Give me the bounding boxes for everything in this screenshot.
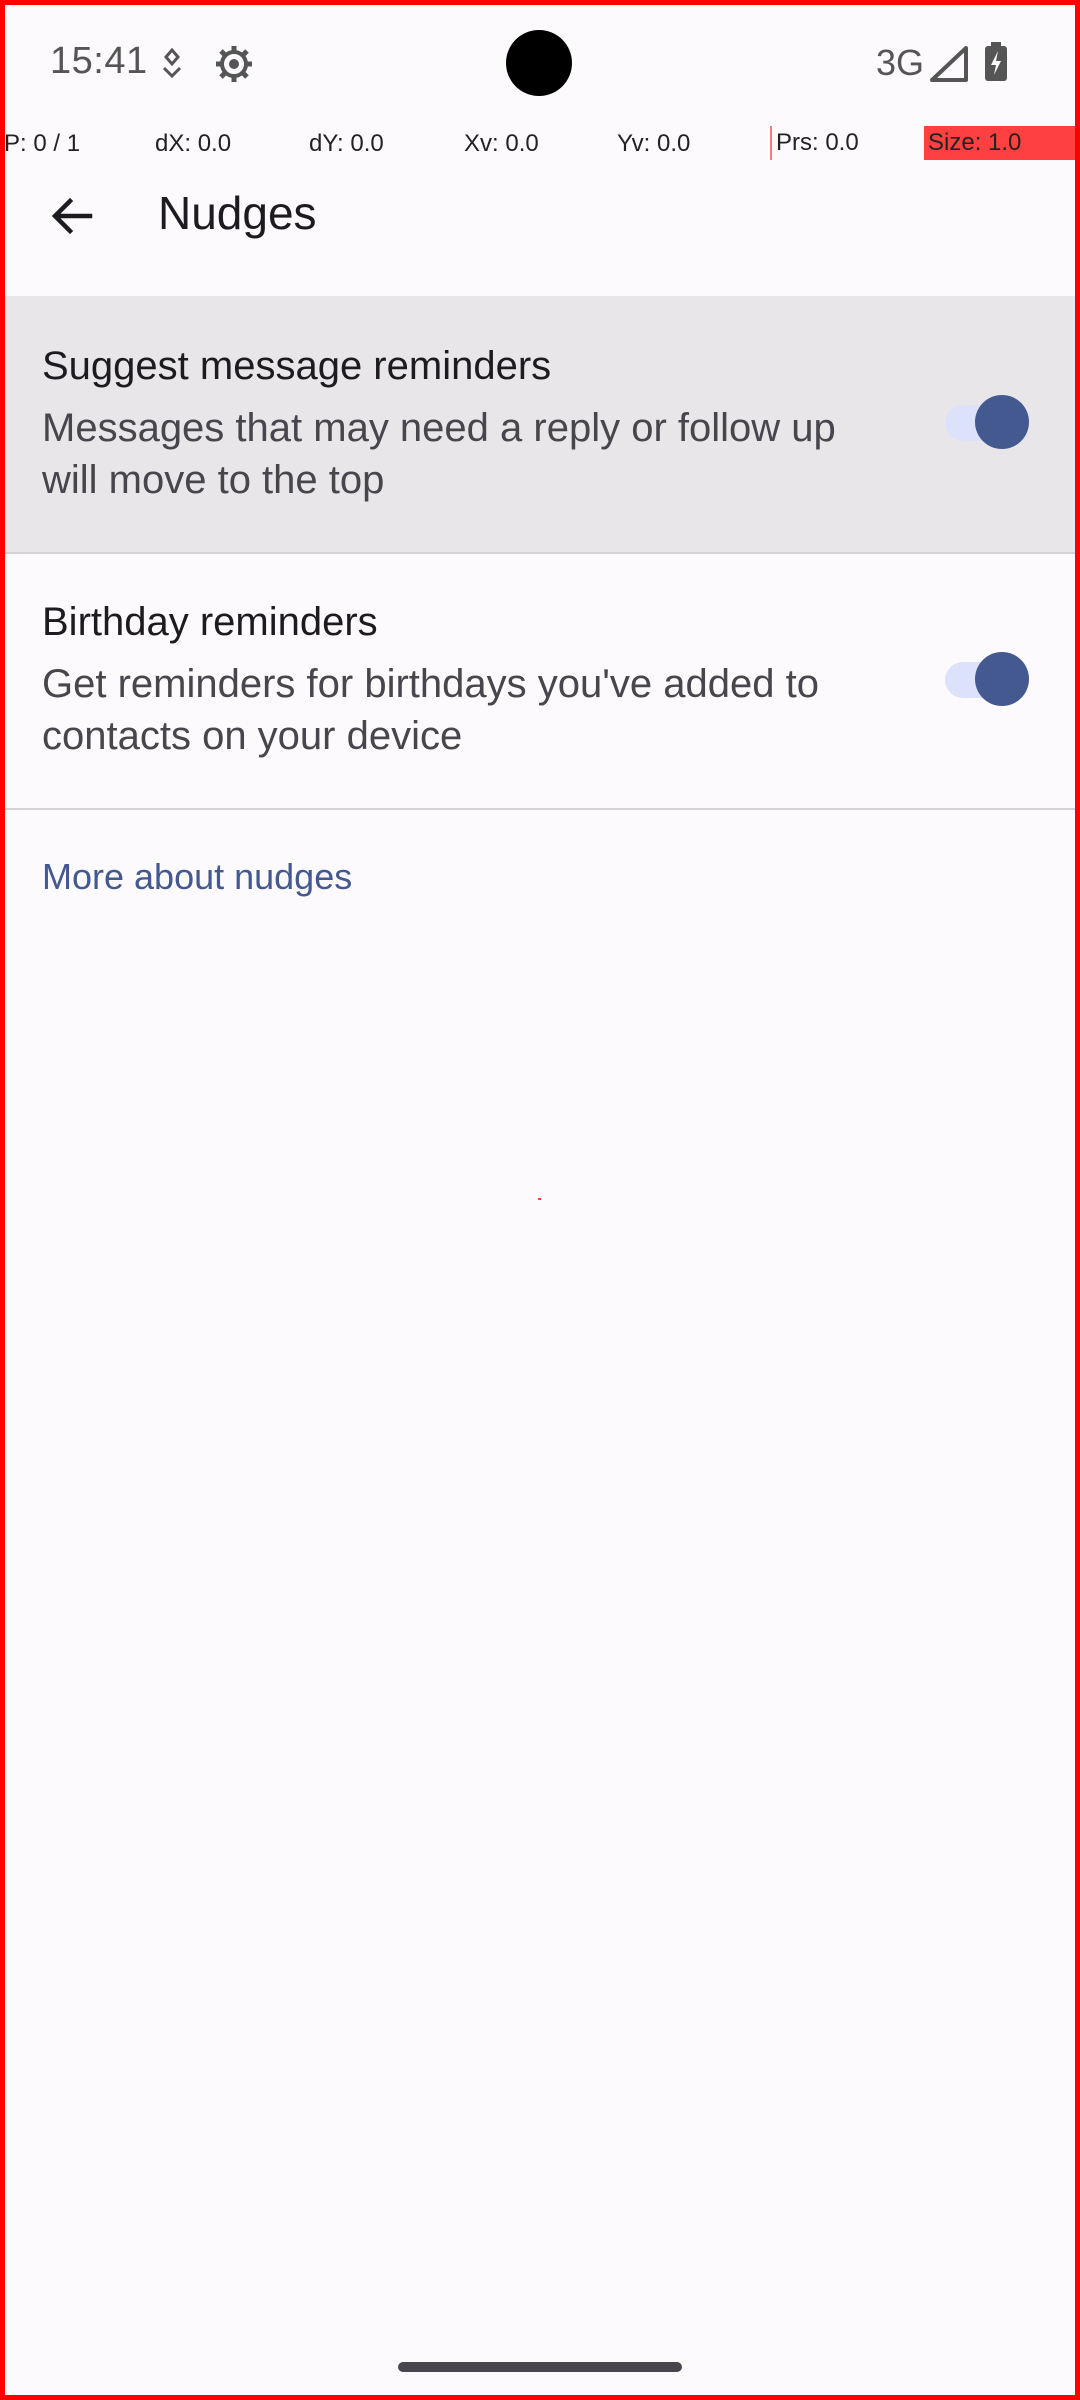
settings-gear-icon (214, 44, 254, 89)
status-bar: 15:41 3G (0, 0, 1080, 126)
switch-thumb (975, 395, 1029, 449)
pointer-crosshair-dot (538, 1198, 541, 1200)
setting-summary: Get reminders for birthdays you've added… (42, 662, 819, 758)
page-title: Nudges (158, 187, 317, 239)
setting-birthday-reminders[interactable]: Birthday reminders Get reminders for bir… (5, 553, 1075, 808)
app-bar: Nudges (0, 160, 1080, 296)
back-button[interactable] (36, 182, 108, 254)
overlay-size: Size: 1.0 (924, 126, 1080, 160)
overlay-pressure: Prs: 0.0 (770, 126, 859, 160)
suggest-message-reminders-switch[interactable] (945, 395, 1035, 449)
overlay-xv: Xv: 0.0 (464, 130, 539, 157)
setting-title: Suggest message reminders (42, 344, 552, 388)
arrow-back-icon (48, 192, 96, 245)
overlay-dy: dY: 0.0 (309, 130, 384, 157)
birthday-reminders-switch[interactable] (945, 652, 1035, 706)
status-time: 15:41 (50, 40, 148, 82)
divider (5, 808, 1075, 810)
overlay-yv: Yv: 0.0 (617, 130, 691, 157)
switch-thumb (975, 652, 1029, 706)
overlay-pointer-count: P: 0 / 1 (4, 130, 81, 157)
setting-suggest-message-reminders[interactable]: Suggest message reminders Messages that … (5, 296, 1075, 552)
camera-cutout (506, 30, 572, 96)
setting-summary: Messages that may need a reply or follow… (42, 406, 836, 502)
setting-title: Birthday reminders (42, 600, 378, 644)
signal-icon (930, 46, 968, 87)
battery-charging-icon (984, 42, 1008, 87)
location-icon (160, 47, 184, 85)
network-type: 3G (876, 42, 925, 83)
gesture-nav-handle[interactable] (398, 2362, 682, 2372)
more-about-nudges-link[interactable]: More about nudges (42, 856, 352, 898)
overlay-dx: dX: 0.0 (155, 130, 232, 157)
pointer-location-overlay: P: 0 / 1 dX: 0.0 dY: 0.0 Xv: 0.0 Yv: 0.0… (0, 126, 1080, 160)
